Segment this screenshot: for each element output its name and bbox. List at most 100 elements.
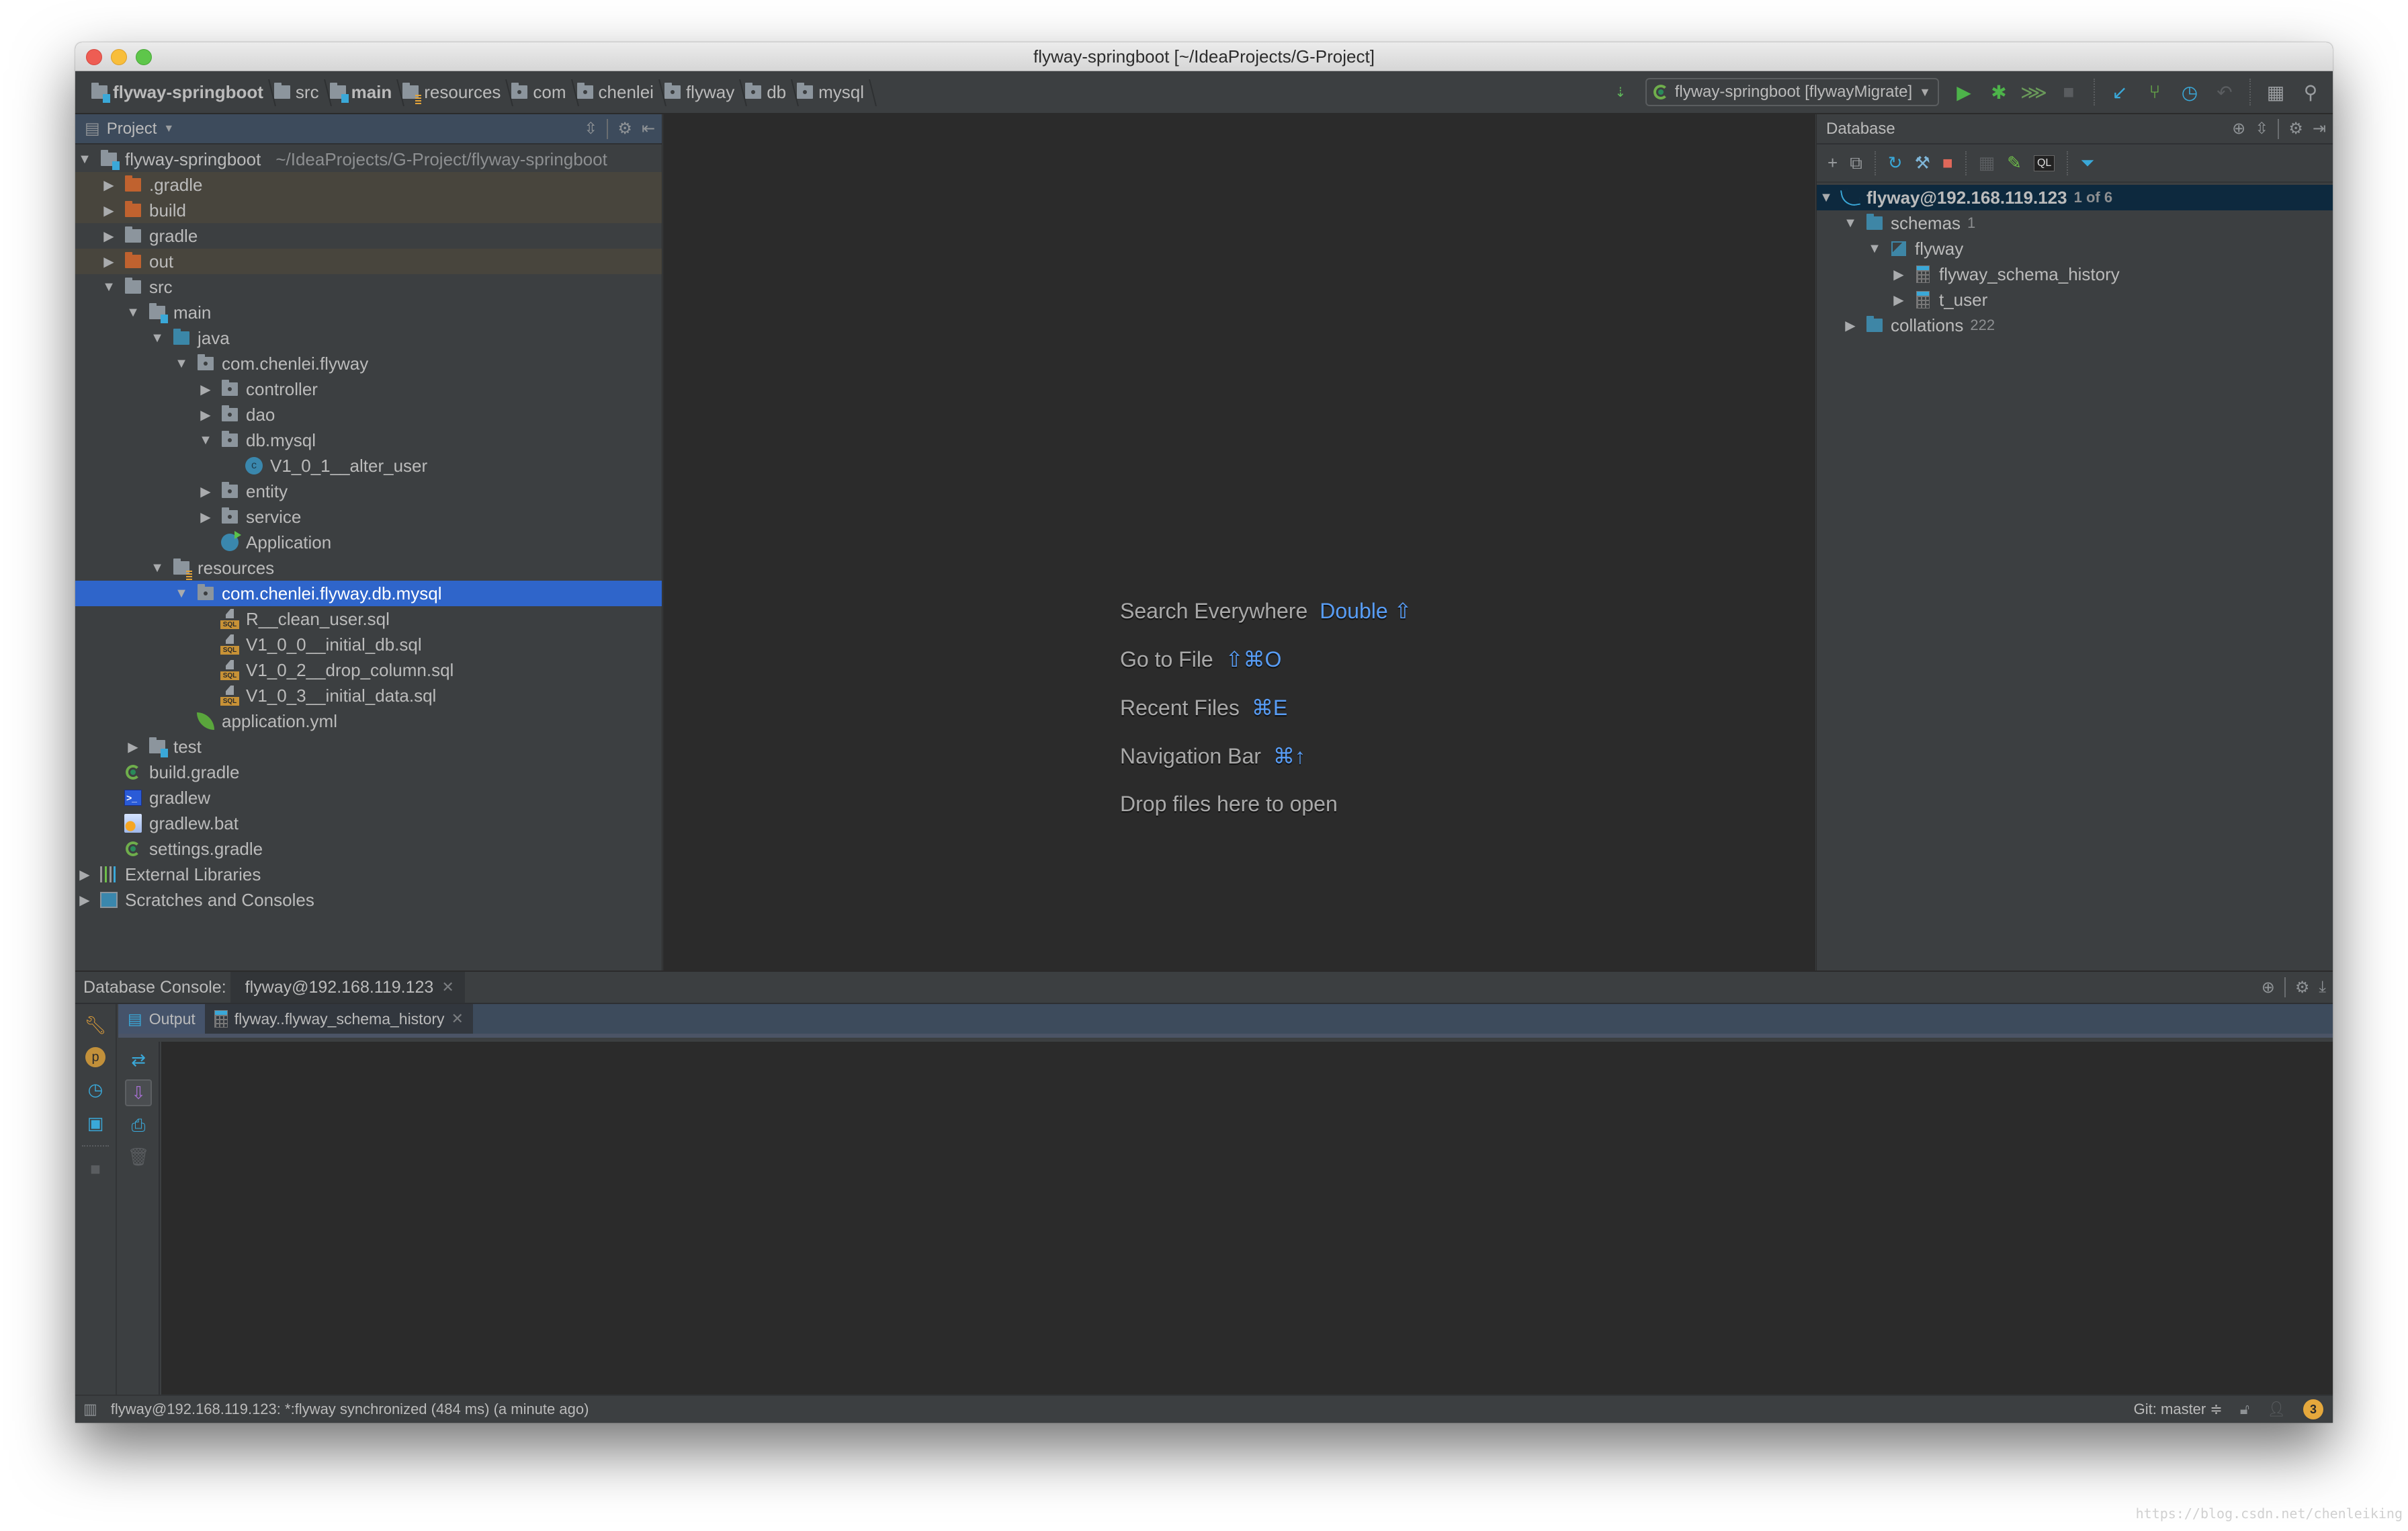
expand-arrow-icon[interactable]: ▼: [149, 561, 165, 576]
duplicate-icon[interactable]: ⧉: [1850, 153, 1862, 174]
minimize-window-button[interactable]: [111, 49, 127, 65]
collapse-arrow-icon[interactable]: ▶: [198, 407, 214, 423]
data-source-properties-icon[interactable]: ⚒: [1915, 153, 1930, 173]
print-icon[interactable]: ⎙: [127, 1114, 150, 1137]
trash-icon[interactable]: 🗑︎: [127, 1145, 150, 1168]
run-with-coverage-icon[interactable]: ⋙: [2020, 82, 2047, 103]
search-icon[interactable]: ⚲: [2300, 82, 2321, 103]
tree-node[interactable]: ▼ flyway@192.168.119.123 1 of 6: [1817, 185, 2333, 210]
expand-arrow-icon[interactable]: ▼: [1818, 190, 1834, 206]
tree-node[interactable]: ▼ schemas 1: [1817, 210, 2333, 236]
collapse-arrow-icon[interactable]: ▶: [198, 381, 214, 398]
tree-node[interactable]: ▼ com.chenlei.flyway.db.mysql: [75, 581, 662, 606]
console-output[interactable]: [161, 1042, 2333, 1395]
tree-node[interactable]: ▼ main: [75, 300, 662, 325]
breadcrumb-item[interactable]: src: [270, 71, 326, 113]
tree-node[interactable]: ▼ src: [75, 274, 662, 300]
expand-arrow-icon[interactable]: ▼: [173, 356, 189, 372]
tree-node[interactable]: ▼ flyway: [1817, 236, 2333, 261]
scroll-from-source-icon[interactable]: ⊕: [2232, 119, 2245, 138]
tool-windows-toggle-icon[interactable]: ▥: [83, 1401, 97, 1418]
status-message[interactable]: flyway@192.168.119.123: *:flyway synchro…: [111, 1401, 589, 1418]
stop-icon[interactable]: ■: [84, 1157, 107, 1180]
tree-node[interactable]: ▶Application: [75, 530, 662, 555]
stop-icon[interactable]: ■: [2059, 81, 2079, 102]
gear-icon[interactable]: ⚙: [2295, 978, 2310, 997]
collapse-arrow-icon[interactable]: ▶: [77, 866, 93, 883]
settings-wrench-icon[interactable]: 🔧︎: [84, 1013, 107, 1036]
tree-node[interactable]: ▶ gradle: [75, 223, 662, 249]
run-configuration-select[interactable]: flyway-springboot [flywayMigrate] ▼: [1645, 78, 1939, 106]
close-window-button[interactable]: [86, 49, 102, 65]
inspector-icon[interactable]: 👤︎: [2267, 1401, 2286, 1418]
tree-node[interactable]: ▶ flyway_schema_history: [1817, 261, 2333, 287]
tree-node[interactable]: ▶ entity: [75, 479, 662, 504]
filter-icon[interactable]: ⏷: [2080, 153, 2094, 174]
expand-arrow-icon[interactable]: ▼: [77, 152, 93, 167]
gear-icon[interactable]: ⚙: [617, 119, 632, 138]
expand-arrow-icon[interactable]: ▼: [149, 331, 165, 346]
collapse-arrow-icon[interactable]: ▶: [198, 483, 214, 500]
tree-node[interactable]: ▶settings.gradle: [75, 836, 662, 862]
tab-flyway-schema-history[interactable]: flyway..flyway_schema_history ✕: [204, 1004, 473, 1034]
expand-arrow-icon[interactable]: ▼: [101, 280, 117, 295]
tree-node[interactable]: ▶R__clean_user.sql: [75, 606, 662, 632]
disconnect-icon[interactable]: ■: [1942, 153, 1953, 173]
tree-node[interactable]: ▶ controller: [75, 376, 662, 402]
collapse-arrow-icon[interactable]: ▶: [1891, 292, 1907, 308]
chevron-down-icon[interactable]: ▼: [163, 123, 174, 135]
breadcrumb-item[interactable]: chenlei: [573, 71, 660, 113]
tree-node[interactable]: ▶ out: [75, 249, 662, 274]
collapse-arrow-icon[interactable]: ▶: [101, 228, 117, 245]
event-log-badge[interactable]: 3: [2303, 1399, 2323, 1419]
breadcrumb-item[interactable]: flyway: [660, 71, 741, 113]
parameters-icon[interactable]: p: [85, 1047, 105, 1067]
tab-output[interactable]: ▤ Output: [118, 1004, 205, 1034]
gear-icon[interactable]: ⚙: [2288, 119, 2303, 138]
expand-arrow-icon[interactable]: ▼: [1866, 241, 1883, 257]
run-icon[interactable]: ▶: [1954, 82, 1974, 103]
tree-node[interactable]: ▶ service: [75, 504, 662, 530]
close-icon[interactable]: ✕: [452, 1010, 464, 1028]
close-icon[interactable]: ✕: [441, 979, 454, 996]
breadcrumb-item[interactable]: com: [507, 71, 572, 113]
tree-node[interactable]: ▼ java: [75, 325, 662, 351]
tree-node[interactable]: ▶ .gradle: [75, 172, 662, 198]
tree-node[interactable]: ▶ External Libraries: [75, 862, 662, 887]
hide-panel-icon[interactable]: ⇥: [2313, 119, 2326, 138]
tree-node[interactable]: ▼ resources: [75, 555, 662, 581]
collapse-all-icon[interactable]: ⇳: [2255, 119, 2268, 138]
expand-arrow-icon[interactable]: ▼: [198, 433, 214, 448]
synchronize-icon[interactable]: ↻: [1888, 153, 1903, 173]
sql-console-icon[interactable]: QL: [2033, 155, 2055, 171]
tree-node[interactable]: ▶ t_user: [1817, 287, 2333, 313]
collapse-arrow-icon[interactable]: ▶: [125, 739, 141, 755]
scroll-to-end-icon[interactable]: ⇩: [125, 1079, 152, 1106]
add-icon[interactable]: +: [1828, 153, 1838, 173]
tree-node[interactable]: ▶V1_0_3__initial_data.sql: [75, 683, 662, 708]
expand-arrow-icon[interactable]: ▼: [125, 305, 141, 321]
breadcrumb-item[interactable]: mysql: [793, 71, 871, 113]
collapse-arrow-icon[interactable]: ▶: [1842, 317, 1858, 334]
vcs-commit-icon[interactable]: ⑂: [2145, 81, 2165, 102]
tree-node[interactable]: ▶application.yml: [75, 708, 662, 734]
breadcrumb-item[interactable]: main: [326, 71, 399, 113]
layout-icon[interactable]: ▣: [84, 1112, 107, 1134]
collapse-arrow-icon[interactable]: ▶: [1891, 266, 1907, 283]
expand-arrow-icon[interactable]: ▼: [173, 586, 189, 602]
maximize-window-button[interactable]: [136, 49, 152, 65]
collapse-all-icon[interactable]: ⇳: [584, 119, 597, 138]
tree-node[interactable]: ▶V1_0_0__initial_db.sql: [75, 632, 662, 657]
scroll-from-source-icon[interactable]: ⊕: [2262, 978, 2275, 997]
tree-node[interactable]: ▶ test: [75, 734, 662, 759]
vcs-update-icon[interactable]: ↙: [2110, 82, 2130, 103]
tree-node[interactable]: ▶cV1_0_1__alter_user: [75, 453, 662, 479]
git-branch-widget[interactable]: Git: master ≑: [2134, 1401, 2223, 1418]
tree-node[interactable]: ▶gradlew.bat: [75, 811, 662, 836]
edit-source-icon[interactable]: ✎: [2007, 153, 2022, 173]
minimize-panel-icon[interactable]: ⤓: [2319, 978, 2326, 997]
project-structure-icon[interactable]: ▦: [2266, 82, 2286, 103]
collapse-arrow-icon[interactable]: ▶: [101, 253, 117, 270]
breadcrumb-item[interactable]: resources: [398, 71, 507, 113]
breadcrumb-item[interactable]: db: [741, 71, 793, 113]
